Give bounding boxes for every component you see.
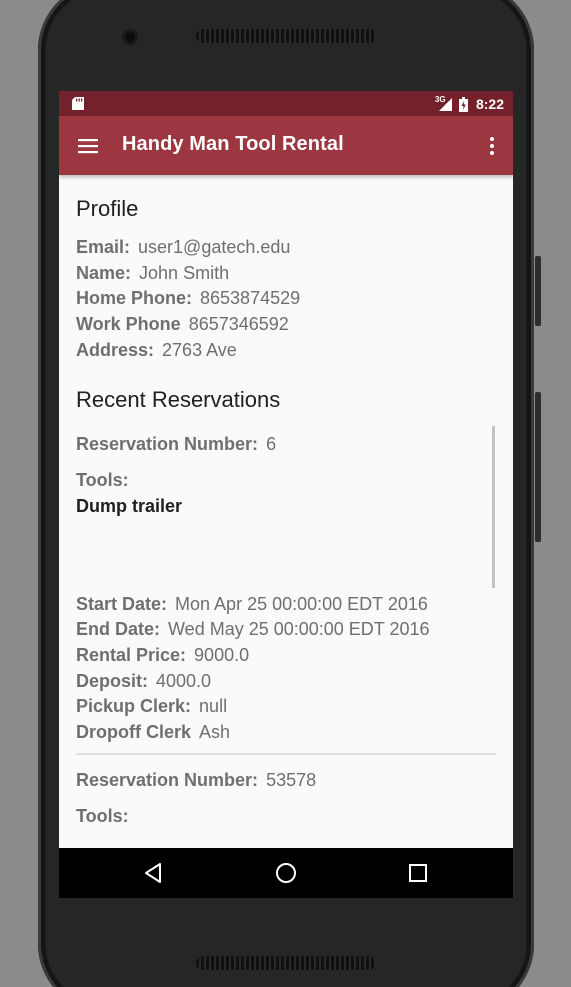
dropoff-clerk-value: Ash xyxy=(199,722,231,742)
more-vert-icon[interactable] xyxy=(483,134,501,158)
work-phone-value: 8657346592 xyxy=(188,314,289,334)
email-label: Email: xyxy=(76,237,131,257)
back-triangle-icon[interactable] xyxy=(142,861,166,885)
end-date-row: End Date: Wed May 25 00:00:00 EDT 2016 xyxy=(76,619,430,640)
tools-label: Tools: xyxy=(76,806,129,826)
profile-home-phone-row: Home Phone: 8653874529 xyxy=(76,288,300,309)
rental-price-label: Rental Price: xyxy=(76,645,187,665)
start-date-row: Start Date: Mon Apr 25 00:00:00 EDT 2016 xyxy=(76,594,428,615)
reservation-divider xyxy=(76,753,496,755)
battery-icon xyxy=(458,96,468,112)
home-phone-label: Home Phone: xyxy=(76,288,193,308)
status-icons: 3G 8:22 xyxy=(435,94,504,114)
tools-label-row: Tools: xyxy=(76,470,129,491)
home-phone-value: 8653874529 xyxy=(200,288,301,308)
address-label: Address: xyxy=(76,340,155,360)
rental-price-value: 9000.0 xyxy=(194,645,250,665)
device-screen: 3G 8:22 Handy Man Tool Rental Profile Em… xyxy=(59,91,513,898)
recent-reservations-heading: Recent Reservations xyxy=(76,387,281,412)
tool-item: Dump trailer xyxy=(76,496,183,516)
tools-label: Tools: xyxy=(76,470,129,490)
email-value: user1@gatech.edu xyxy=(138,237,291,257)
app-title: Handy Man Tool Rental xyxy=(122,133,344,155)
reservation-number-label: Reservation Number: xyxy=(76,770,259,790)
home-circle-icon[interactable] xyxy=(274,861,298,885)
dropoff-clerk-label: Dropoff Clerk xyxy=(76,722,192,742)
start-date-label: Start Date: xyxy=(76,594,168,614)
pickup-clerk-label: Pickup Clerk: xyxy=(76,696,192,716)
end-date-value: Wed May 25 00:00:00 EDT 2016 xyxy=(168,619,430,639)
dropoff-clerk-row: Dropoff Clerk Ash xyxy=(76,722,230,743)
power-button xyxy=(535,256,541,326)
device-frame: 3G 8:22 Handy Man Tool Rental Profile Em… xyxy=(0,0,571,987)
work-phone-label: Work Phone xyxy=(76,314,181,334)
end-date-label: End Date: xyxy=(76,619,161,639)
profile-name-row: Name: John Smith xyxy=(76,263,229,284)
earpiece-speaker xyxy=(196,29,376,43)
scrollbar-thumb[interactable] xyxy=(492,426,495,588)
profile-scroll-view[interactable]: Profile Email: user1@gatech.edu Name: John… xyxy=(59,175,513,848)
sd-card-icon xyxy=(72,97,84,110)
app-toolbar: Handy Man Tool Rental xyxy=(59,116,513,175)
status-clock: 8:22 xyxy=(475,96,504,112)
rental-price-row: Rental Price: 9000.0 xyxy=(76,645,249,666)
pickup-clerk-value: null xyxy=(199,696,228,716)
start-date-value: Mon Apr 25 00:00:00 EDT 2016 xyxy=(175,594,428,614)
system-nav-bar xyxy=(59,848,513,898)
deposit-row: Deposit: 4000.0 xyxy=(76,671,211,692)
bottom-speaker xyxy=(196,956,376,970)
reservation-number-value: 53578 xyxy=(266,770,317,790)
front-camera xyxy=(122,29,138,45)
address-value: 2763 Ave xyxy=(162,340,237,360)
name-value: John Smith xyxy=(139,263,230,283)
status-bar: 3G 8:22 xyxy=(59,91,513,116)
hamburger-menu-icon[interactable] xyxy=(76,134,100,158)
reservation-number-label: Reservation Number: xyxy=(76,434,259,454)
name-label: Name: xyxy=(76,263,132,283)
recents-square-icon[interactable] xyxy=(406,861,430,885)
profile-heading: Profile xyxy=(76,196,139,221)
profile-email-row: Email: user1@gatech.edu xyxy=(76,237,290,258)
reservation-number-row: Reservation Number: 53578 xyxy=(76,770,316,791)
profile-work-phone-row: Work Phone 8657346592 xyxy=(76,314,289,335)
reservation-number-value: 6 xyxy=(266,434,277,454)
cell-signal-icon: 3G xyxy=(435,95,453,112)
profile-address-row: Address: 2763 Ave xyxy=(76,340,237,361)
pickup-clerk-row: Pickup Clerk: null xyxy=(76,696,227,717)
deposit-value: 4000.0 xyxy=(156,671,212,691)
tools-label-row: Tools: xyxy=(76,806,129,827)
volume-button xyxy=(535,392,541,542)
reservation-number-row: Reservation Number: 6 xyxy=(76,434,276,455)
deposit-label: Deposit: xyxy=(76,671,148,691)
